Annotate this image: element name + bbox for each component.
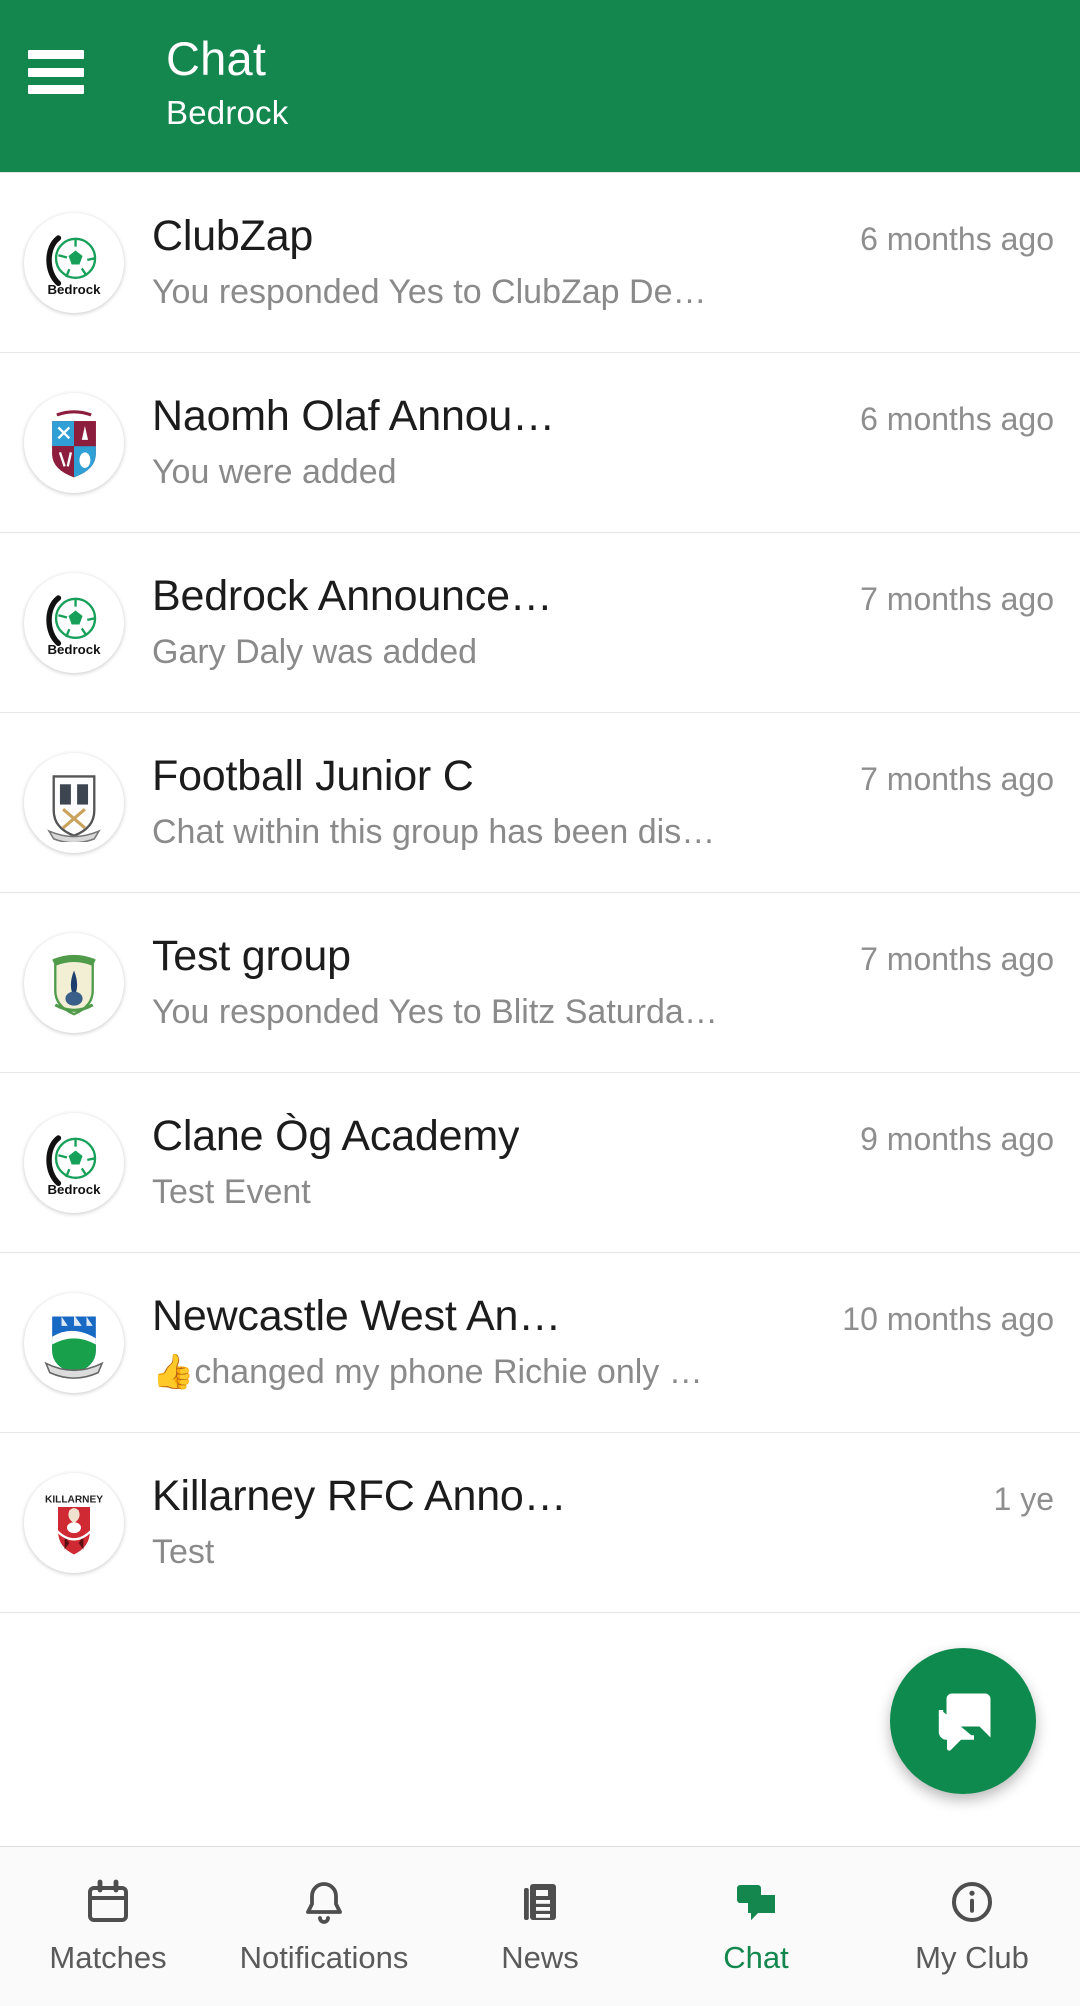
newcastle-west-crest bbox=[24, 1292, 124, 1393]
killarney-rfc-crest: KILLARNEY bbox=[24, 1472, 124, 1573]
chat-item-title: Newcastle West An… bbox=[152, 1291, 562, 1340]
svg-text:Bedrock: Bedrock bbox=[47, 282, 101, 297]
new-chat-fab[interactable] bbox=[890, 1648, 1036, 1794]
chat-item-body: Newcastle West An… 10 months ago 👍change… bbox=[152, 1288, 1054, 1398]
chat-list-item[interactable]: Naomh Olaf Annou… 6 months ago You were … bbox=[0, 353, 1080, 533]
chat-item-header: Naomh Olaf Annou… 6 months ago bbox=[152, 388, 1054, 444]
nav-item-label: Matches bbox=[49, 1939, 167, 1975]
nav-item-label: Notifications bbox=[239, 1939, 409, 1975]
football-junior-crest bbox=[24, 752, 124, 853]
nav-item-notifications[interactable]: Notifications bbox=[216, 1847, 432, 2006]
test-group-crest bbox=[24, 932, 124, 1033]
svg-text:KILLARNEY: KILLARNEY bbox=[45, 1494, 103, 1505]
chat-item-preview: You were added bbox=[152, 452, 397, 491]
chat-list[interactable]: Bedrock ClubZap 6 months ago You respond… bbox=[0, 172, 1080, 1846]
chat-item-title: Clane Òg Academy bbox=[152, 1111, 520, 1160]
svg-text:Bedrock: Bedrock bbox=[47, 642, 101, 657]
calendar-icon bbox=[84, 1878, 132, 1926]
chat-screen: Chat Bedrock Bedrock ClubZap 6 months ag… bbox=[0, 0, 1080, 2006]
nav-item-label: News bbox=[501, 1939, 579, 1975]
nav-item-label: Chat bbox=[723, 1939, 789, 1975]
nav-item-matches[interactable]: Matches bbox=[0, 1847, 216, 2006]
chat-item-preview: Test bbox=[152, 1532, 215, 1571]
hamburger-bar bbox=[28, 50, 84, 59]
hamburger-menu-icon[interactable] bbox=[28, 50, 84, 94]
chat-item-body: Naomh Olaf Annou… 6 months ago You were … bbox=[152, 388, 1054, 498]
svg-text:Bedrock: Bedrock bbox=[47, 1182, 101, 1197]
chat-item-title: Test group bbox=[152, 931, 351, 980]
chat-item-title: ClubZap bbox=[152, 211, 314, 260]
news-document-icon bbox=[516, 1878, 564, 1926]
chat-item-header: Football Junior C 7 months ago bbox=[152, 748, 1054, 804]
page-subtitle: Bedrock bbox=[166, 94, 289, 131]
bell-icon bbox=[300, 1878, 348, 1926]
chat-item-title: Killarney RFC Anno… bbox=[152, 1471, 567, 1520]
hamburger-bar bbox=[28, 85, 84, 94]
chat-item-header: Clane Òg Academy 9 months ago bbox=[152, 1108, 1054, 1164]
chat-item-timestamp: 6 months ago bbox=[860, 220, 1054, 257]
chat-list-item[interactable]: Bedrock ClubZap 6 months ago You respond… bbox=[0, 173, 1080, 353]
app-header: Chat Bedrock bbox=[0, 0, 1080, 172]
chat-item-timestamp: 7 months ago bbox=[860, 940, 1054, 977]
chat-item-body: Clane Òg Academy 9 months ago Test Event bbox=[152, 1108, 1054, 1218]
chat-item-preview: Chat within this group has been dis… bbox=[152, 812, 716, 851]
bottom-navigation: Matches Notifications News Chat My Club bbox=[0, 1846, 1080, 2006]
chat-item-title: Football Junior C bbox=[152, 751, 474, 800]
chat-item-body: Killarney RFC Anno… 1 ye Test bbox=[152, 1468, 1054, 1578]
nav-item-chat[interactable]: Chat bbox=[648, 1847, 864, 2006]
page-title: Chat bbox=[166, 32, 267, 85]
nav-item-label: My Club bbox=[915, 1939, 1029, 1975]
info-circle-icon bbox=[948, 1878, 996, 1926]
chat-item-title: Naomh Olaf Annou… bbox=[152, 391, 555, 440]
chat-item-preview: You responded Yes to ClubZap De… bbox=[152, 272, 707, 311]
chat-item-body: Test group 7 months ago You responded Ye… bbox=[152, 928, 1054, 1038]
chat-item-body: ClubZap 6 months ago You responded Yes t… bbox=[152, 208, 1054, 318]
bedrock-football-logo: Bedrock bbox=[24, 572, 124, 673]
header-titles: Chat Bedrock bbox=[166, 28, 288, 136]
chat-item-header: Killarney RFC Anno… 1 ye bbox=[152, 1468, 1054, 1524]
hamburger-bar bbox=[28, 67, 84, 77]
chat-item-timestamp: 1 ye bbox=[993, 1480, 1054, 1517]
chat-item-header: Test group 7 months ago bbox=[152, 928, 1054, 984]
chat-list-item[interactable]: Bedrock Bedrock Announce… 7 months ago G… bbox=[0, 533, 1080, 713]
chat-item-timestamp: 10 months ago bbox=[842, 1300, 1054, 1337]
chat-item-header: ClubZap 6 months ago bbox=[152, 208, 1054, 264]
nav-item-my-club[interactable]: My Club bbox=[864, 1847, 1080, 2006]
chat-list-item[interactable]: KILLARNEY Killarney RFC Anno… 1 ye Test bbox=[0, 1433, 1080, 1613]
chat-item-preview: You responded Yes to Blitz Saturda… bbox=[152, 992, 718, 1031]
nav-item-news[interactable]: News bbox=[432, 1847, 648, 2006]
chat-item-header: Bedrock Announce… 7 months ago bbox=[152, 568, 1054, 624]
chat-item-timestamp: 7 months ago bbox=[860, 760, 1054, 797]
chat-list-item[interactable]: Newcastle West An… 10 months ago 👍change… bbox=[0, 1253, 1080, 1433]
chat-item-timestamp: 6 months ago bbox=[860, 400, 1054, 437]
bedrock-football-logo: Bedrock bbox=[24, 212, 124, 313]
chat-list-item[interactable]: Bedrock Clane Òg Academy 9 months ago Te… bbox=[0, 1073, 1080, 1253]
chat-item-timestamp: 7 months ago bbox=[860, 580, 1054, 617]
chat-item-body: Bedrock Announce… 7 months ago Gary Daly… bbox=[152, 568, 1054, 678]
chat-item-preview: Test Event bbox=[152, 1172, 311, 1211]
chat-list-item[interactable]: Football Junior C 7 months ago Chat with… bbox=[0, 713, 1080, 893]
chat-item-header: Newcastle West An… 10 months ago bbox=[152, 1288, 1054, 1344]
new-chat-icon bbox=[938, 1693, 991, 1751]
chat-item-title: Bedrock Announce… bbox=[152, 571, 553, 620]
naomh-olaf-crest bbox=[24, 392, 124, 493]
chat-item-preview: Gary Daly was added bbox=[152, 632, 478, 671]
chat-list-item[interactable]: Test group 7 months ago You responded Ye… bbox=[0, 893, 1080, 1073]
bedrock-football-logo: Bedrock bbox=[24, 1112, 124, 1213]
chat-item-timestamp: 9 months ago bbox=[860, 1120, 1054, 1157]
chat-bubbles-icon bbox=[732, 1878, 780, 1926]
chat-item-preview: 👍changed my phone Richie only … bbox=[152, 1352, 703, 1391]
chat-item-body: Football Junior C 7 months ago Chat with… bbox=[152, 748, 1054, 858]
